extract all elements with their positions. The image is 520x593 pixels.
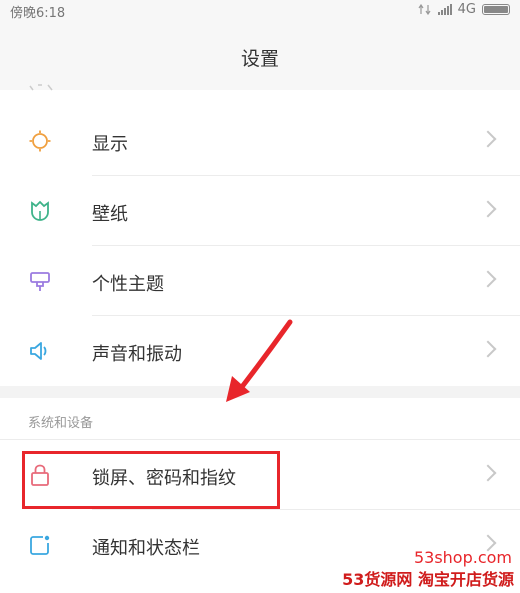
watermark-site: 53shop.com bbox=[413, 548, 512, 567]
pointer-arrow-icon bbox=[226, 319, 293, 402]
watermark-brand: 53货源网 淘宝开店货源 bbox=[342, 570, 514, 589]
